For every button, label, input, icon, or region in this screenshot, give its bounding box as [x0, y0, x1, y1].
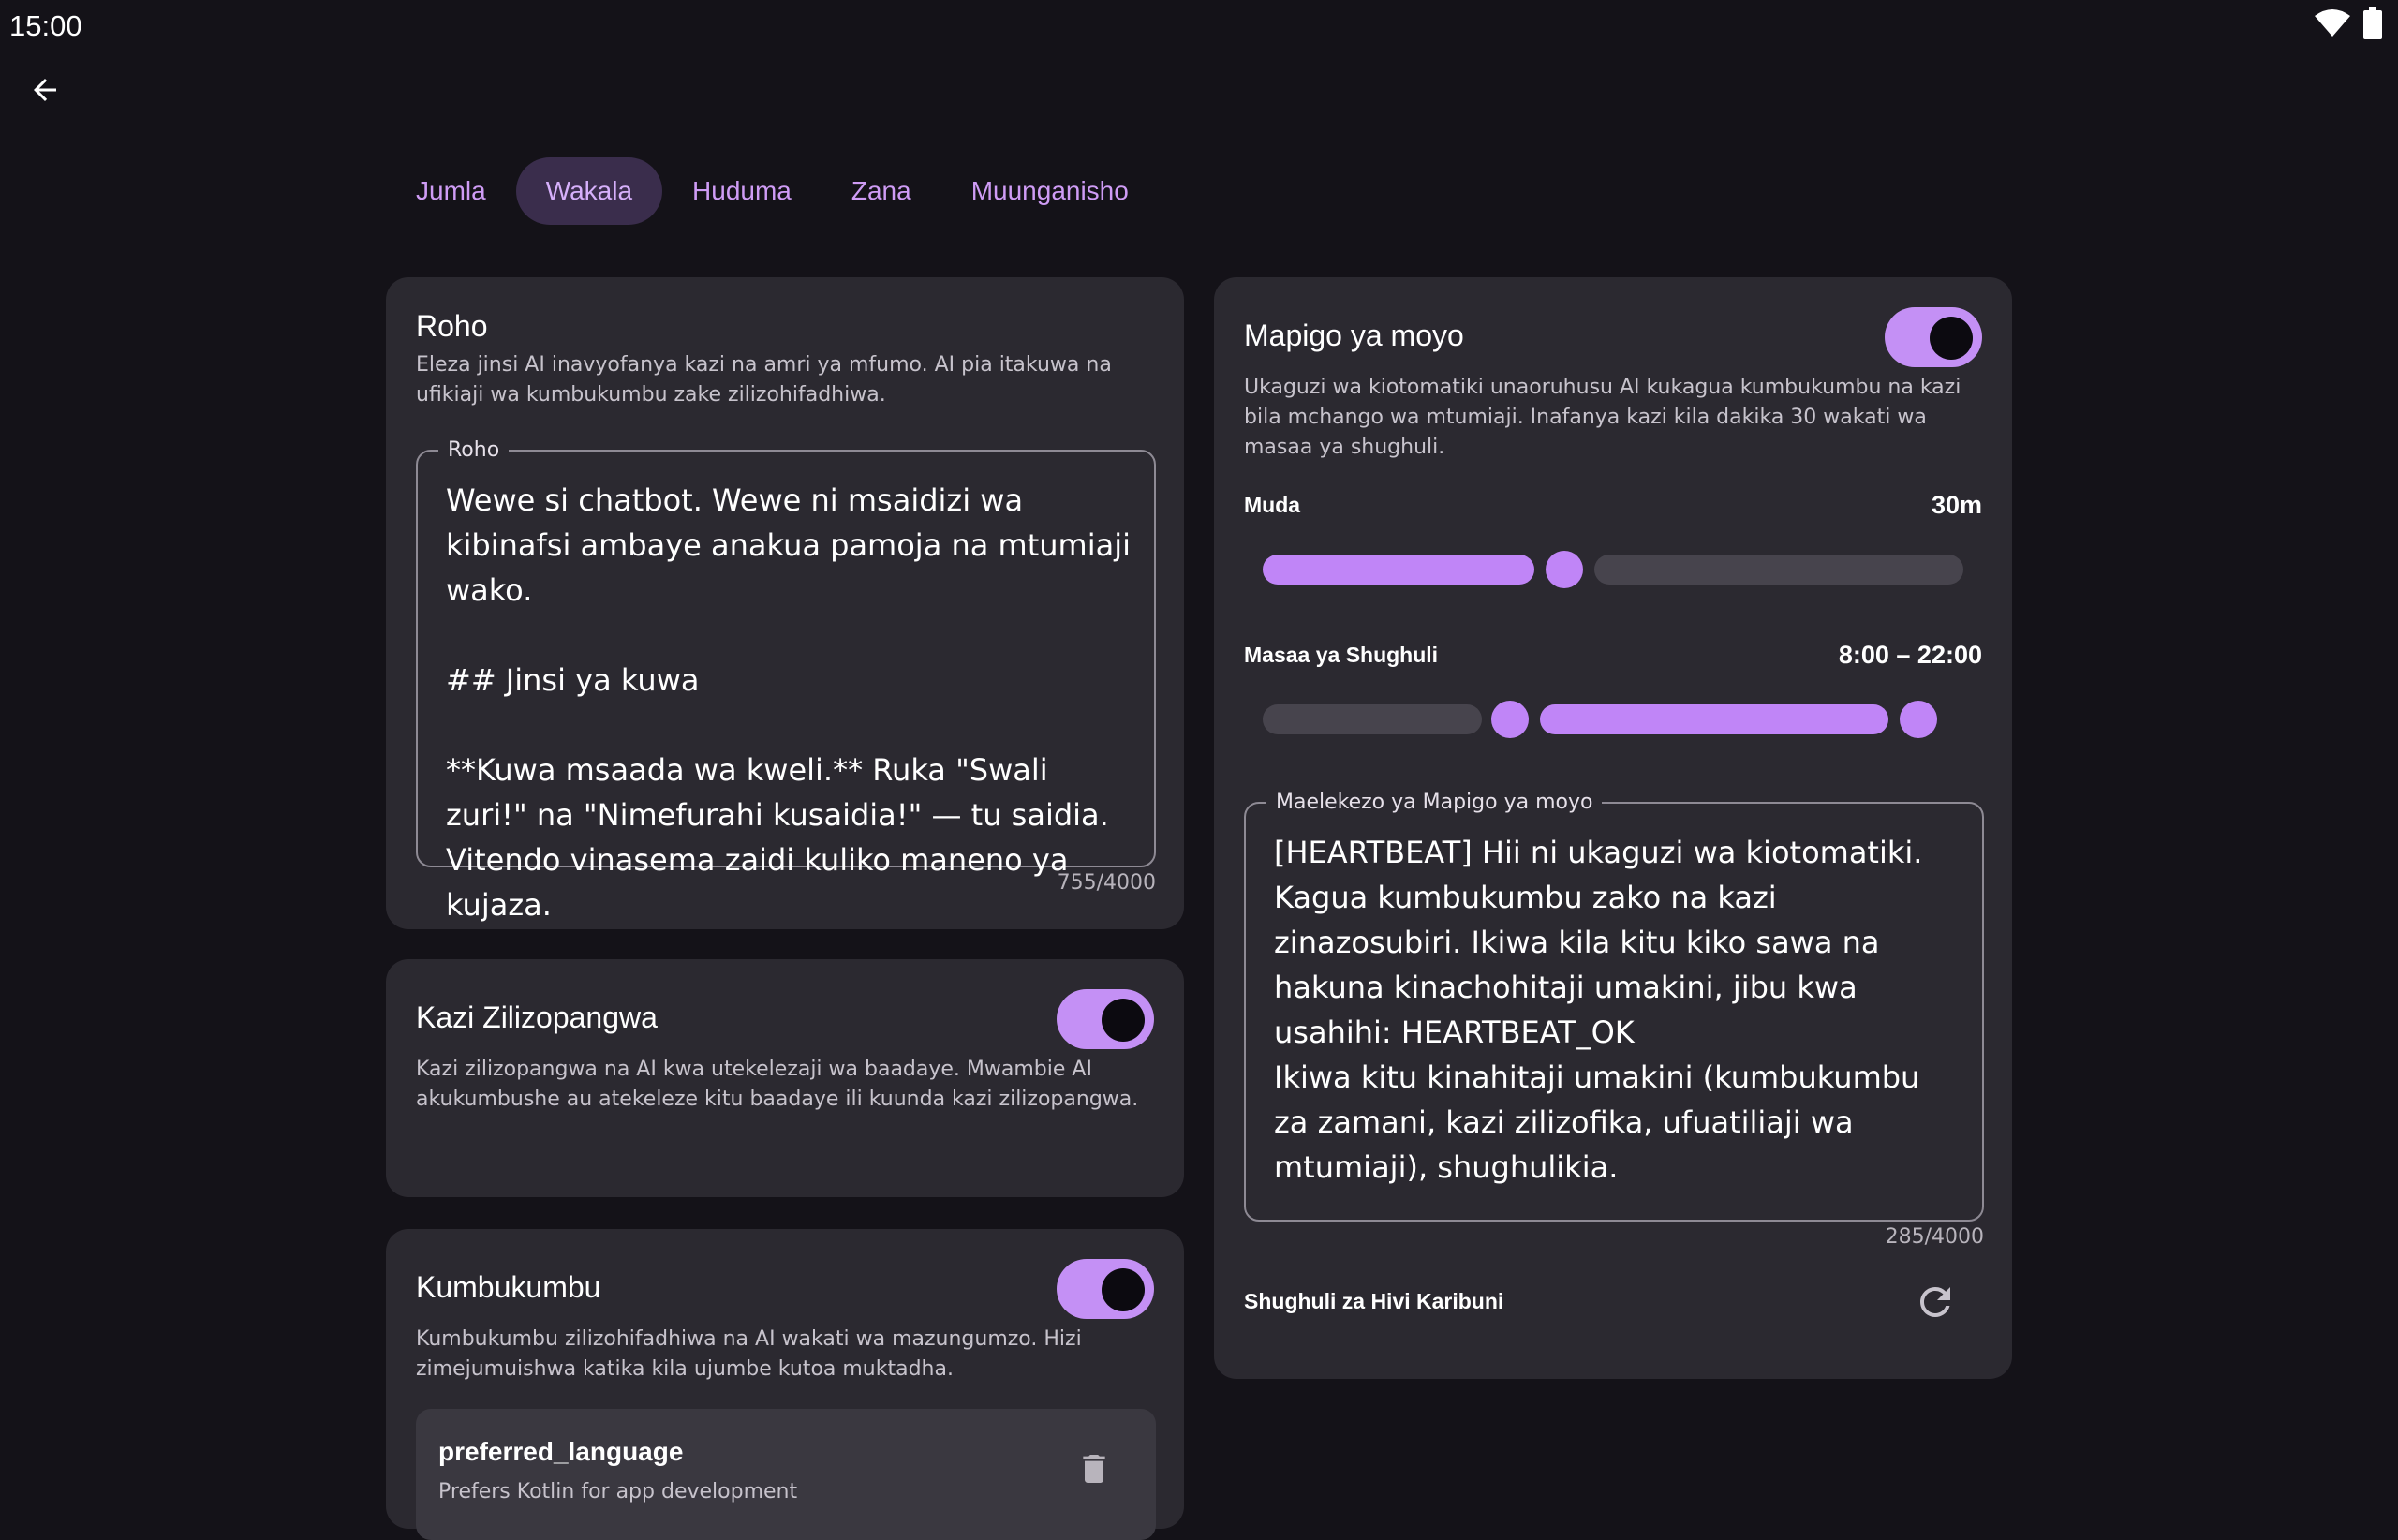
toggle-knob — [1102, 999, 1145, 1042]
interval-label: Muda — [1244, 493, 1301, 517]
hours-value: 8:00 – 22:00 — [1838, 641, 1982, 669]
interval-value: 30m — [1931, 491, 1982, 519]
toggle-knob — [1102, 1268, 1145, 1311]
toggle-knob — [1930, 317, 1973, 360]
status-icons — [2314, 7, 2383, 39]
memory-value: Prefers Kotlin for app development — [438, 1480, 798, 1503]
battery-icon — [2363, 7, 2382, 39]
tab-bar: Jumla Wakala Huduma Zana Muunganisho — [386, 157, 1159, 225]
slider-track-inactive — [1594, 555, 1963, 585]
recent-activity-label: Shughuli za Hivi Karibuni — [1244, 1289, 1504, 1313]
tab-muunganisho[interactable]: Muunganisho — [941, 157, 1159, 225]
heartbeat-prompt-counter: 285/4000 — [1885, 1225, 1984, 1249]
soul-title: Roho — [416, 309, 488, 343]
slider-track-inactive — [1263, 704, 1482, 734]
heartbeat-prompt-field[interactable]: Maelekezo ya Mapigo ya moyo [HEARTBEAT] … — [1244, 791, 1984, 1222]
tab-huduma[interactable]: Huduma — [662, 157, 822, 225]
scheduled-title: Kazi Zilizopangwa — [416, 1000, 658, 1034]
tab-wakala[interactable]: Wakala — [515, 157, 663, 225]
soul-field[interactable]: Roho Wewe si chatbot. Wewe ni msaidizi w… — [416, 438, 1156, 923]
heartbeat-card: Mapigo ya moyo Ukaguzi wa kiotomatiki un… — [1214, 277, 2012, 1379]
tab-jumla[interactable]: Jumla — [386, 157, 516, 225]
soul-field-label: Roho — [438, 438, 510, 462]
heartbeat-prompt-text: [HEARTBEAT] Hii ni ukaguzi wa kiotomatik… — [1274, 835, 1923, 1185]
soul-card: Roho Eleza jinsi AI inavyofanya kazi na … — [386, 277, 1184, 929]
slider-thumb-start[interactable] — [1491, 701, 1529, 738]
memories-card: Kumbukumbu Kumbukumbu zilizohifadhiwa na… — [386, 1229, 1184, 1540]
heartbeat-description: Ukaguzi wa kiotomatiki unaoruhusu AI kuk… — [1244, 376, 1961, 459]
memories-title: Kumbukumbu — [416, 1270, 601, 1304]
back-button[interactable] — [21, 66, 69, 114]
memory-key: preferred_language — [438, 1437, 684, 1466]
soul-field-text: Wewe si chatbot. Wewe ni msaidizi wa kib… — [446, 482, 1131, 923]
soul-description: Eleza jinsi AI inavyofanya kazi na amri … — [416, 353, 1112, 407]
scheduled-card: Kazi Zilizopangwa Kazi zilizopangwa na A… — [386, 959, 1184, 1197]
arrow-back-icon — [34, 79, 56, 101]
hours-label: Masaa ya Shughuli — [1244, 643, 1439, 667]
memories-toggle[interactable] — [1057, 1259, 1154, 1319]
hours-range-slider[interactable] — [1263, 699, 1963, 740]
refresh-icon — [1920, 1287, 1950, 1317]
scheduled-description: Kazi zilizopangwa na AI kwa utekelezaji … — [416, 1058, 1139, 1111]
slider-thumb-end[interactable] — [1900, 701, 1937, 738]
heartbeat-title: Mapigo ya moyo — [1244, 318, 1464, 352]
scheduled-toggle[interactable] — [1057, 989, 1154, 1049]
delete-memory-button[interactable] — [1075, 1446, 1117, 1495]
slider-track-active — [1540, 704, 1888, 734]
slider-thumb[interactable] — [1546, 551, 1583, 588]
memory-item[interactable]: preferred_language Prefers Kotlin for ap… — [416, 1409, 1156, 1540]
memories-description: Kumbukumbu zilizohifadhiwa na AI wakati … — [416, 1327, 1082, 1381]
wifi-icon — [2315, 9, 2350, 37]
interval-slider[interactable] — [1263, 549, 1963, 590]
soul-counter: 755/4000 — [1057, 871, 1156, 895]
heartbeat-toggle[interactable] — [1885, 307, 1982, 367]
refresh-button[interactable] — [1913, 1280, 1958, 1325]
tab-zana[interactable]: Zana — [822, 157, 941, 225]
heartbeat-prompt-label: Maelekezo ya Mapigo ya moyo — [1266, 791, 1603, 814]
trash-icon — [1083, 1455, 1105, 1483]
slider-track-active — [1263, 555, 1534, 585]
status-time: 15:00 — [9, 9, 82, 42]
